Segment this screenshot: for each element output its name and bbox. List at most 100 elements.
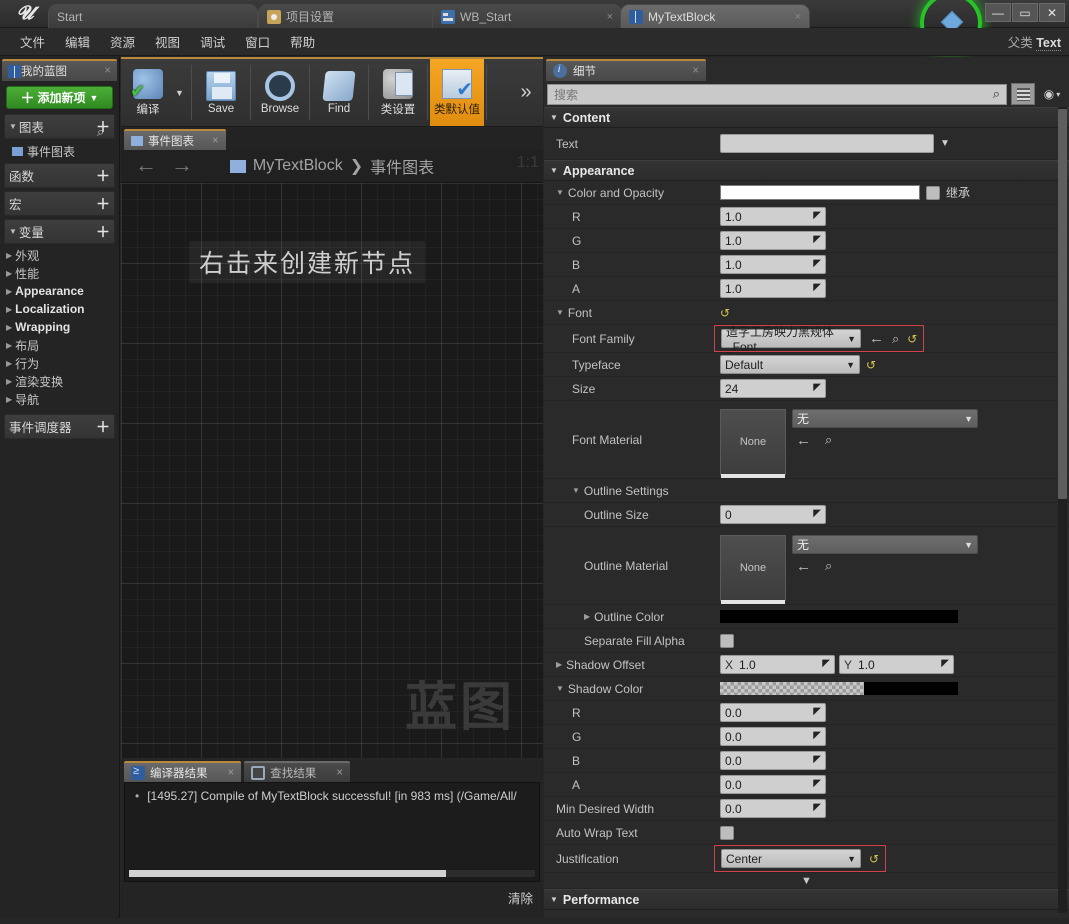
add-function-button[interactable]: ＋	[96, 166, 110, 186]
details-scrollbar[interactable]	[1058, 107, 1067, 913]
tree-item-event-graph[interactable]: 事件图表	[0, 142, 119, 160]
chevron-down-icon[interactable]: ▼	[556, 684, 564, 693]
menu-item-view[interactable]: 视图	[145, 29, 190, 54]
back-arrow-icon[interactable]: ←	[869, 330, 884, 347]
variable-group-wrapping[interactable]: ▶ Wrapping	[0, 318, 119, 336]
menu-item-assets[interactable]: 资源	[100, 29, 145, 54]
color-swatch[interactable]	[720, 185, 920, 200]
chevron-down-icon[interactable]: ▼	[556, 188, 564, 197]
section-variables[interactable]: ▼ 变量 ＋	[4, 219, 115, 244]
typeface-combobox[interactable]: Default ▼	[720, 355, 860, 374]
blueprint-search-icon[interactable]: ⌕	[97, 124, 117, 144]
add-dispatcher-button[interactable]: ＋	[96, 417, 110, 437]
category-header-content[interactable]: ▼ Content	[544, 107, 1069, 128]
variable-group-appearance-cn[interactable]: ▶ 外观	[0, 246, 119, 264]
maximize-button[interactable]: ▭	[1012, 3, 1038, 22]
outline-color-swatch[interactable]	[720, 610, 958, 623]
spinner-icon[interactable]: ◤	[813, 234, 821, 245]
scrollbar-thumb[interactable]	[129, 870, 446, 877]
results-log-body[interactable]: • [1495.27] Compile of MyTextBlock succe…	[124, 782, 540, 882]
details-search-input[interactable]: 搜索 ⌕	[547, 83, 1007, 105]
font-material-thumbnail[interactable]: None	[720, 409, 786, 478]
window-tab-start[interactable]: Start	[48, 4, 258, 28]
outline-material-thumbnail[interactable]: None	[720, 535, 786, 604]
toolbar-compile-button[interactable]: 编译	[121, 59, 175, 126]
font-size-input[interactable]: 24 ◤	[720, 379, 826, 398]
tab-find-results[interactable]: 查找结果 ×	[244, 761, 350, 782]
variable-group-behavior[interactable]: ▶ 行为	[0, 354, 119, 372]
variable-group-layout[interactable]: ▶ 布局	[0, 336, 119, 354]
toolbar-find-button[interactable]: Find	[312, 59, 366, 126]
tab-my-blueprint[interactable]: 我的蓝图 ×	[2, 59, 117, 81]
tab-compiler-results[interactable]: 编译器结果 ×	[124, 761, 242, 782]
variable-group-localization[interactable]: ▶ Localization	[0, 300, 119, 318]
close-icon[interactable]: ×	[336, 767, 343, 779]
category-header-appearance[interactable]: ▼ Appearance	[544, 160, 1069, 181]
compile-options-dropdown[interactable]: ▼	[175, 59, 189, 126]
window-tab-project-settings[interactable]: 项目设置 ×	[258, 4, 448, 28]
menu-item-debug[interactable]: 调试	[190, 29, 235, 54]
visibility-options-button[interactable]: ◉ ▾	[1039, 83, 1065, 105]
separate-fill-alpha-checkbox[interactable]	[720, 633, 734, 648]
spinner-icon[interactable]: ◤	[813, 802, 821, 813]
number-input-r[interactable]: 1.0 ◤	[720, 207, 826, 226]
use-selected-asset-icon[interactable]: ←	[796, 432, 811, 449]
expand-more-properties-button[interactable]: ▼	[544, 873, 1069, 889]
close-icon[interactable]: ×	[593, 11, 613, 23]
shadow-offset-y-input[interactable]: Y 1.0 ◤	[839, 655, 954, 674]
add-macro-button[interactable]: ＋	[96, 194, 110, 214]
font-family-combobox[interactable]: 造字工房映力黑规体_Font ▼	[721, 325, 861, 354]
close-icon[interactable]: ×	[692, 65, 699, 77]
results-horizontal-scrollbar[interactable]	[128, 869, 536, 878]
close-icon[interactable]: ×	[104, 65, 111, 77]
number-input-a[interactable]: 1.0 ◤	[720, 279, 826, 298]
shadow-offset-x-input[interactable]: X 1.0 ◤	[720, 655, 835, 674]
chevron-right-icon[interactable]: ▶	[584, 612, 590, 621]
justification-combobox[interactable]: Center ▼	[721, 849, 861, 868]
spinner-icon[interactable]: ◤	[813, 778, 821, 789]
section-macros[interactable]: 宏 ＋	[4, 191, 115, 216]
browse-asset-icon[interactable]: ⌕	[892, 331, 899, 347]
breadcrumb-leaf[interactable]: 事件图表	[370, 154, 434, 178]
section-event-dispatchers[interactable]: 事件调度器 ＋	[4, 414, 115, 439]
chevron-right-icon[interactable]: ▶	[556, 660, 562, 669]
tab-details[interactable]: 细节 ×	[546, 59, 706, 81]
close-icon[interactable]: ×	[228, 767, 235, 779]
log-entry[interactable]: • [1495.27] Compile of MyTextBlock succe…	[129, 789, 535, 803]
add-new-button[interactable]: ＋ 添加新项 ▼	[6, 86, 113, 109]
toolbar-class-defaults-button[interactable]: 类默认值	[430, 59, 484, 126]
chevron-down-icon[interactable]: ▼	[572, 486, 580, 495]
auto-wrap-text-checkbox[interactable]	[720, 825, 734, 840]
variable-group-appearance[interactable]: ▶ Appearance	[0, 282, 119, 300]
spinner-icon[interactable]: ◤	[813, 706, 821, 717]
breadcrumb-root[interactable]: MyTextBlock	[253, 157, 343, 175]
spinner-icon[interactable]: ◤	[813, 210, 821, 221]
shadow-color-swatch[interactable]	[720, 682, 958, 695]
variable-group-navigation[interactable]: ▶ 导航	[0, 390, 119, 408]
window-tab-mytextblock[interactable]: MyTextBlock ×	[620, 4, 810, 28]
number-input-b[interactable]: 1.0 ◤	[720, 255, 826, 274]
menu-item-window[interactable]: 窗口	[235, 29, 280, 54]
spinner-icon[interactable]: ◤	[813, 382, 821, 393]
spinner-icon[interactable]: ◤	[813, 730, 821, 741]
font-material-combobox[interactable]: 无 ▼	[792, 409, 978, 428]
shadow-b-input[interactable]: 0.0 ◤	[720, 751, 826, 770]
reset-icon[interactable]: ↺	[866, 358, 876, 372]
variable-group-render-transform[interactable]: ▶ 渲染变换	[0, 372, 119, 390]
back-arrow-icon[interactable]: ←	[135, 154, 157, 176]
use-selected-asset-icon[interactable]: ←	[796, 558, 811, 575]
browse-asset-icon[interactable]: ⌕	[825, 432, 832, 449]
clear-results-button[interactable]: 清除	[508, 888, 533, 907]
close-icon[interactable]: ×	[212, 135, 219, 147]
add-variable-button[interactable]: ＋	[96, 222, 110, 242]
spinner-icon[interactable]: ◤	[813, 282, 821, 293]
chevron-down-icon[interactable]: ▼	[556, 308, 564, 317]
toolbar-class-settings-button[interactable]: 类设置	[371, 59, 425, 126]
parent-class-value[interactable]: Text	[1036, 36, 1061, 51]
reset-icon[interactable]: ↺	[907, 332, 917, 346]
spinner-icon[interactable]: ◤	[822, 658, 830, 669]
outline-size-input[interactable]: 0 ◤	[720, 505, 826, 524]
shadow-g-input[interactable]: 0.0 ◤	[720, 727, 826, 746]
toolbar-overflow-button[interactable]: »	[509, 59, 543, 126]
chevron-down-icon[interactable]: ▼	[940, 138, 950, 149]
